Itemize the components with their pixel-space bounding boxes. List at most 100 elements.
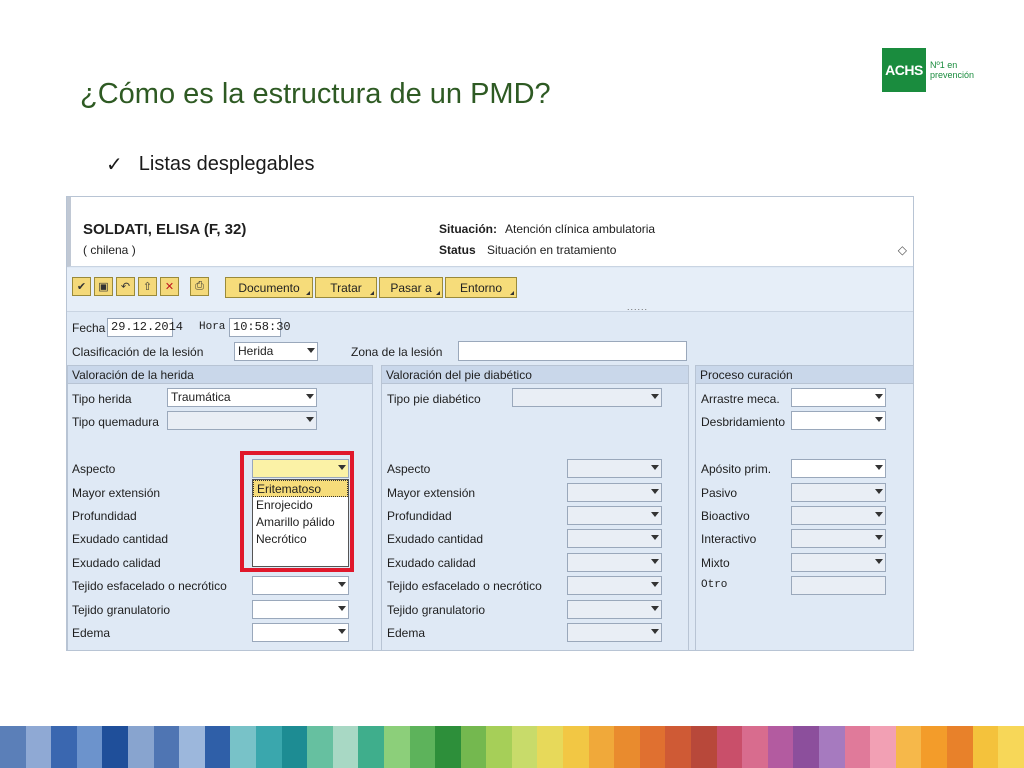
field-label: Aspecto — [387, 462, 431, 476]
pie-aspecto-select[interactable] — [567, 459, 662, 478]
chevron-down-icon[interactable] — [875, 489, 883, 494]
achs-logo: ACHS Nº1 en prevención — [882, 48, 974, 92]
chevron-down-icon[interactable] — [306, 394, 314, 399]
tipo-quemadura-select[interactable] — [167, 411, 317, 430]
zona-field[interactable] — [458, 341, 687, 361]
patient-nationality: ( chilena ) — [83, 243, 136, 257]
footer-stripe — [307, 726, 333, 768]
back-icon[interactable]: ↶ — [116, 277, 135, 296]
footer-stripe — [51, 726, 77, 768]
hora-field[interactable]: 10:58:30 — [229, 318, 291, 337]
clasificacion-label: Clasificación de la lesión — [72, 345, 204, 359]
field-label: Profundidad — [387, 509, 452, 523]
footer-stripe — [179, 726, 205, 768]
footer-stripe — [844, 726, 871, 768]
chevron-down-icon[interactable] — [651, 559, 659, 564]
pie-tejido-granulatorio-select[interactable] — [567, 600, 662, 619]
chevron-down-icon[interactable] — [338, 629, 346, 634]
footer-stripe — [486, 726, 512, 768]
chevron-down-icon[interactable] — [307, 348, 315, 353]
footer-stripe — [665, 726, 692, 768]
chevron-down-icon[interactable] — [651, 394, 659, 399]
chevron-down-icon[interactable] — [651, 535, 659, 540]
chevron-down-icon[interactable] — [651, 629, 659, 634]
tipo-pie-select[interactable] — [512, 388, 662, 407]
chevron-down-icon[interactable] — [875, 512, 883, 517]
fecha-field[interactable]: 29.12.2014 — [107, 318, 183, 337]
chevron-down-icon[interactable] — [651, 489, 659, 494]
exit-icon[interactable]: ⇧ — [138, 277, 157, 296]
pie-edema-select[interactable] — [567, 623, 662, 642]
footer-stripe — [895, 726, 922, 768]
entorno-button[interactable]: Entorno — [445, 277, 517, 298]
pie-profundidad-select[interactable] — [567, 506, 662, 525]
chevron-down-icon[interactable] — [651, 465, 659, 470]
otro-field[interactable] — [791, 576, 886, 595]
patient-name: SOLDATI, ELISA (F, 32) — [83, 221, 247, 238]
footer-stripe — [383, 726, 410, 768]
footer-stripe — [102, 726, 128, 768]
tejido-esfacelado-select[interactable] — [252, 576, 349, 595]
chevron-down-icon[interactable] — [875, 417, 883, 422]
tejido-granulatorio-select[interactable] — [252, 600, 349, 619]
tipo-quemadura-label: Tipo quemadura — [72, 415, 159, 429]
save-check-icon[interactable]: ✔ — [72, 277, 91, 296]
footer-stripes — [0, 726, 1024, 768]
mixto-select[interactable] — [791, 553, 886, 572]
patient-header: SOLDATI, ELISA (F, 32) ( chilena ) Situa… — [67, 197, 913, 267]
field-label: Edema — [387, 626, 426, 640]
chevron-down-icon[interactable] — [338, 582, 346, 587]
documento-button[interactable]: Documento — [225, 277, 313, 298]
logo-tag-line1: Nº1 en — [930, 60, 958, 70]
clasificacion-value: Herida — [238, 344, 274, 358]
footer-stripe — [127, 726, 154, 768]
arrastre-select[interactable] — [791, 388, 886, 407]
chevron-down-icon[interactable] — [875, 535, 883, 540]
footer-stripe — [281, 726, 308, 768]
footer-stripe — [614, 726, 640, 768]
chevron-down-icon[interactable] — [651, 582, 659, 587]
bullet-text: Listas desplegables — [138, 153, 315, 175]
pie-exudado-calidad-select[interactable] — [567, 553, 662, 572]
pie-extension-select[interactable] — [567, 483, 662, 502]
tratar-button[interactable]: Tratar — [315, 277, 377, 298]
desbridamiento-select[interactable] — [791, 411, 886, 430]
field-label: Pasivo — [701, 486, 738, 500]
logo-tag-line2: prevención — [930, 70, 975, 80]
footer-stripe — [946, 726, 973, 768]
pasivo-select[interactable] — [791, 483, 886, 502]
footer-stripe — [588, 726, 615, 768]
footer-stripe — [639, 726, 666, 768]
splitter-handle[interactable]: ...... — [627, 302, 648, 312]
save-icon[interactable]: ▣ — [94, 277, 113, 296]
panel-title: Proceso curación — [696, 366, 913, 384]
chevron-down-icon[interactable] — [875, 394, 883, 399]
field-label: Exudado calidad — [72, 556, 161, 570]
chevron-down-icon[interactable] — [306, 417, 314, 422]
expand-diamond-icon[interactable]: ◇ — [898, 243, 907, 257]
field-label: Tejido granulatorio — [72, 603, 171, 617]
field-label: Profundidad — [72, 509, 137, 523]
tipo-herida-select[interactable]: Traumática — [167, 388, 317, 407]
footer-stripe — [76, 726, 103, 768]
print-icon[interactable]: ⎙ — [190, 277, 209, 296]
bioactivo-select[interactable] — [791, 506, 886, 525]
interactivo-select[interactable] — [791, 529, 886, 548]
clasificacion-select[interactable]: Herida — [234, 342, 318, 361]
chevron-down-icon[interactable] — [875, 465, 883, 470]
chevron-down-icon[interactable] — [651, 606, 659, 611]
chevron-down-icon[interactable] — [338, 606, 346, 611]
footer-stripe — [153, 726, 180, 768]
cancel-icon[interactable]: ✕ — [160, 277, 179, 296]
pie-exudado-cantidad-select[interactable] — [567, 529, 662, 548]
footer-stripe — [998, 726, 1024, 768]
situacion-label: Situación: — [439, 222, 498, 236]
pasar-a-button[interactable]: Pasar a — [379, 277, 443, 298]
chevron-down-icon[interactable] — [875, 559, 883, 564]
field-label: Exudado cantidad — [387, 532, 484, 546]
aposito-select[interactable] — [791, 459, 886, 478]
field-label: Edema — [72, 626, 111, 640]
chevron-down-icon[interactable] — [651, 512, 659, 517]
edema-select[interactable] — [252, 623, 349, 642]
pie-tejido-esfacelado-select[interactable] — [567, 576, 662, 595]
